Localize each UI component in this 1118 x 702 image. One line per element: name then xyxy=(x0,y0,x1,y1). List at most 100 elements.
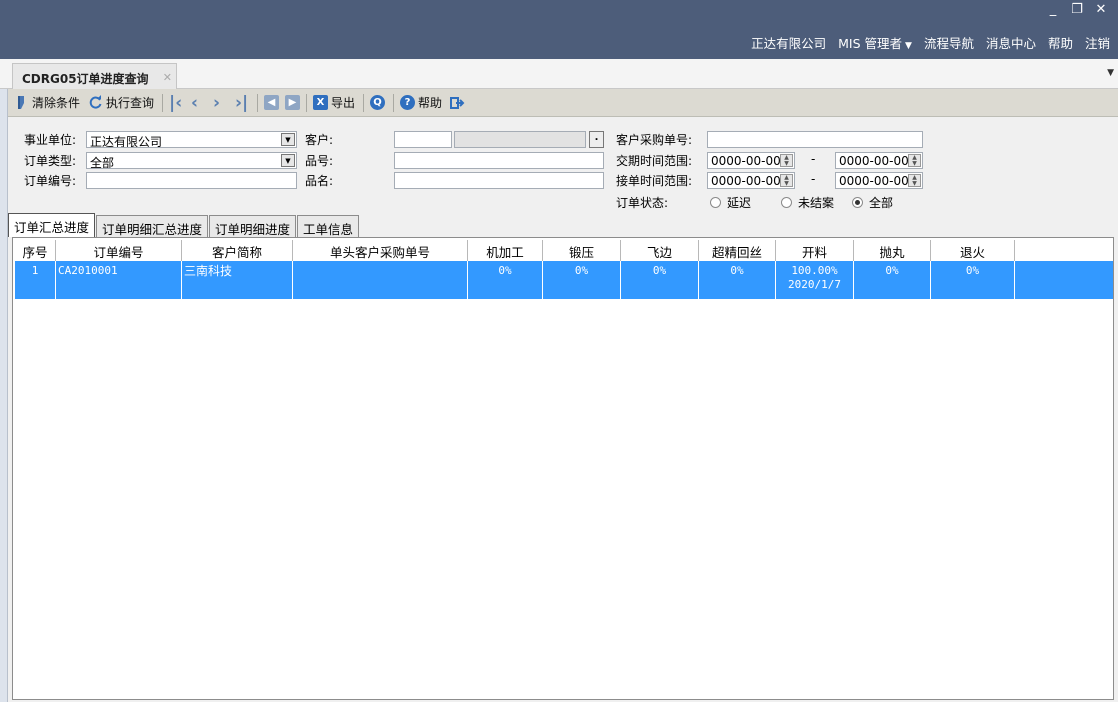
page-next-icon[interactable]: ▶ xyxy=(285,95,301,110)
column-header[interactable]: 订单编号 xyxy=(56,240,182,261)
status-radio-open[interactable]: 未结案 xyxy=(781,194,834,211)
result-grid: 序号 订单编号 客户简称 单头客户采购单号 机加工 锻压 飞边 超精回丝 开料 … xyxy=(12,237,1114,700)
column-header[interactable]: 客户简称 xyxy=(182,240,293,261)
tab-order-detail-summary[interactable]: 订单明细汇总进度 xyxy=(96,215,209,237)
chevron-down-icon: ▼ xyxy=(905,41,912,51)
top-nav: 正达有限公司 MIS 管理者 ▼ 流程导航 消息中心 帮助 注销 xyxy=(751,33,1110,52)
help-icon: ? xyxy=(400,95,416,110)
user-menu[interactable]: MIS 管理者 ▼ xyxy=(838,33,912,52)
minimize-icon[interactable]: _ xyxy=(1046,2,1060,17)
customer-label: 客户: xyxy=(305,133,334,147)
order-type-value: 全部 xyxy=(90,156,115,169)
table-cell: 100.00% 2020/1/7 xyxy=(776,261,854,299)
app-header: _ ❐ ✕ 正达有限公司 MIS 管理者 ▼ 流程导航 消息中心 帮助 注销 xyxy=(0,0,1118,59)
toolbar-divider xyxy=(257,93,259,112)
customer-code-input[interactable] xyxy=(394,131,452,148)
radio-circle xyxy=(710,197,721,208)
restore-icon[interactable]: ❐ xyxy=(1070,2,1084,17)
part-no-input[interactable] xyxy=(394,152,604,169)
spinner-icon[interactable]: ▲ ▼ xyxy=(780,154,793,167)
business-unit-select[interactable]: 正达有限公司 ▼ xyxy=(86,131,297,148)
query-icon[interactable]: Q xyxy=(370,95,386,110)
chevron-down-icon[interactable]: ▼ xyxy=(281,133,295,146)
column-header[interactable]: 超精回丝 xyxy=(699,240,776,261)
status-option-label: 未结案 xyxy=(798,196,835,210)
customer-po-label: 客户采购单号: xyxy=(616,133,693,147)
clear-conditions-label: 清除条件 xyxy=(32,96,81,110)
execute-query-button[interactable]: 执行查询 xyxy=(88,94,154,111)
toolbar-divider xyxy=(306,93,308,112)
page-prev-icon[interactable]: ◀ xyxy=(264,95,280,110)
column-header[interactable]: 机加工 xyxy=(468,240,543,261)
business-unit-label: 事业单位: xyxy=(24,133,77,147)
accept-range-label: 接单时间范围: xyxy=(616,174,693,188)
tab-order-summary[interactable]: 订单汇总进度 xyxy=(8,213,96,237)
part-no-label: 品号: xyxy=(305,154,334,168)
exit-icon[interactable] xyxy=(450,95,465,110)
column-header[interactable]: 开料 xyxy=(776,240,854,261)
previous-record-icon[interactable]: ‹ xyxy=(191,93,207,113)
column-header[interactable]: 飞边 xyxy=(621,240,699,261)
column-header[interactable]: 退火 xyxy=(931,240,1015,261)
status-radio-all[interactable]: 全部 xyxy=(852,194,893,211)
query-form: 事业单位: 正达有限公司 ▼ 订单类型: 全部 ▼ 订单编号: 客户: . 品号… xyxy=(8,117,1118,212)
close-icon[interactable]: ✕ xyxy=(1094,2,1108,17)
part-name-input[interactable] xyxy=(394,172,604,189)
radio-circle-selected xyxy=(852,197,863,208)
left-collapsed-panel xyxy=(0,89,8,702)
customer-po-input[interactable] xyxy=(707,131,923,148)
order-type-select[interactable]: 全部 ▼ xyxy=(86,152,297,169)
table-cell: 0% xyxy=(621,261,699,299)
table-cell: 三南科技 xyxy=(182,261,293,299)
status-radio-delayed[interactable]: 延迟 xyxy=(710,194,751,211)
tab-order-detail-progress[interactable]: 订单明细进度 xyxy=(209,215,297,237)
export-button[interactable]: X 导出 xyxy=(313,94,355,111)
accept-from-input[interactable]: 0000-00-00 ▲ ▼ xyxy=(707,172,795,189)
company-link[interactable]: 正达有限公司 xyxy=(751,33,826,52)
accept-to-input[interactable]: 0000-00-00 ▲ ▼ xyxy=(835,172,923,189)
column-header[interactable]: 单头客户采购单号 xyxy=(293,240,468,261)
user-label: MIS 管理者 xyxy=(838,36,903,51)
help-label: 帮助 xyxy=(418,96,443,110)
first-record-icon[interactable]: |‹ xyxy=(169,93,185,113)
order-type-label: 订单类型: xyxy=(24,154,77,168)
clear-conditions-button[interactable]: 清除条件 xyxy=(14,94,80,111)
process-nav-link[interactable]: 流程导航 xyxy=(924,33,974,52)
delivery-to-input[interactable]: 0000-00-00 ▲ ▼ xyxy=(835,152,923,169)
page-tab-order-progress[interactable]: CDRG05订单进度查询 ✕ xyxy=(12,63,177,89)
toolbar-divider xyxy=(393,93,395,112)
radio-circle xyxy=(781,197,792,208)
window-controls: _ ❐ ✕ xyxy=(1046,2,1108,17)
range-separator: - xyxy=(811,152,816,166)
help-button[interactable]: ? 帮助 xyxy=(400,94,442,111)
business-unit-value: 正达有限公司 xyxy=(90,135,163,148)
table-cell: 0% xyxy=(468,261,543,299)
spinner-icon[interactable]: ▲ ▼ xyxy=(908,154,921,167)
column-header[interactable]: 锻压 xyxy=(543,240,621,261)
delivery-from-value: 0000-00-00 xyxy=(711,154,781,168)
tab-menu-chevron-icon[interactable]: ▼ xyxy=(1107,68,1114,78)
refresh-icon xyxy=(88,95,103,110)
delivery-from-input[interactable]: 0000-00-00 ▲ ▼ xyxy=(707,152,795,169)
table-row[interactable]: 1 CA2010001 三南科技 0% 0% 0% 0% 100.00% 202… xyxy=(15,261,1113,299)
tab-work-order-info[interactable]: 工单信息 xyxy=(297,215,360,237)
order-no-input[interactable] xyxy=(86,172,297,189)
column-header[interactable]: 抛丸 xyxy=(854,240,931,261)
close-tab-icon[interactable]: ✕ xyxy=(163,71,172,84)
message-center-link[interactable]: 消息中心 xyxy=(986,33,1036,52)
next-record-icon[interactable]: › xyxy=(213,93,229,113)
table-cell: 0% xyxy=(931,261,1015,299)
table-cell: 1 xyxy=(15,261,56,299)
customer-lookup-button[interactable]: . xyxy=(589,131,604,148)
column-header[interactable]: 序号 xyxy=(15,240,56,261)
export-label: 导出 xyxy=(331,96,356,110)
status-option-label: 全部 xyxy=(869,196,894,210)
chevron-down-icon[interactable]: ▼ xyxy=(281,154,295,167)
help-link[interactable]: 帮助 xyxy=(1048,33,1073,52)
logout-link[interactable]: 注销 xyxy=(1085,33,1110,52)
spinner-icon[interactable]: ▲ ▼ xyxy=(780,174,793,187)
accept-from-value: 0000-00-00 xyxy=(711,174,781,188)
last-record-icon[interactable]: ›| xyxy=(235,93,251,113)
spinner-icon[interactable]: ▲ ▼ xyxy=(908,174,921,187)
delivery-to-value: 0000-00-00 xyxy=(839,154,909,168)
